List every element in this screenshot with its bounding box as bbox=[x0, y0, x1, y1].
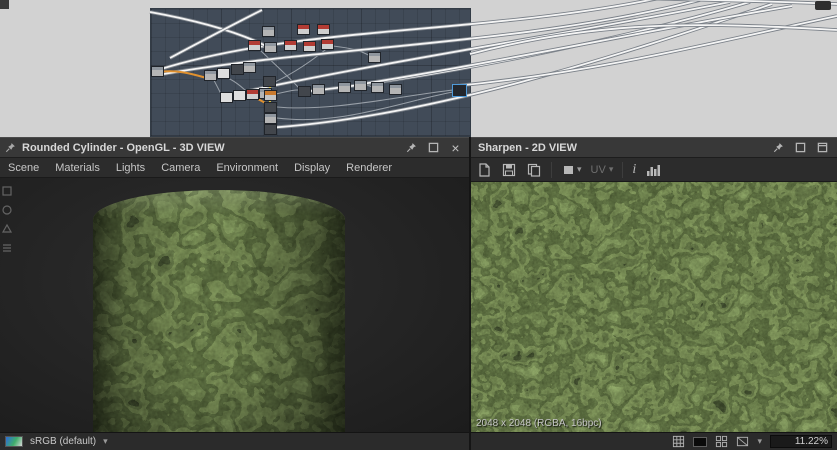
panel-2d-title: Sharpen - 2D VIEW bbox=[478, 142, 577, 154]
info-toggle-icon[interactable]: i bbox=[632, 162, 636, 178]
panel-3d-titlebar[interactable]: Rounded Cylinder - OpenGL - 3D VIEW × bbox=[0, 137, 470, 158]
substance-designer-window: Rounded Cylinder - OpenGL - 3D VIEW × Sc… bbox=[0, 0, 837, 450]
view-2d-toolbar: ▾ UV ▾ i bbox=[470, 158, 837, 182]
uv-overlay-dropdown[interactable]: UV ▾ bbox=[591, 164, 614, 176]
window-corner-chip bbox=[0, 0, 9, 9]
menu-item-display[interactable]: Display bbox=[286, 158, 338, 178]
graph-node[interactable] bbox=[264, 113, 277, 124]
color-profile-select[interactable]: sRGB (default) bbox=[30, 436, 96, 447]
graph-node[interactable] bbox=[151, 66, 164, 77]
export-image-icon[interactable] bbox=[476, 162, 492, 178]
menu-item-lights[interactable]: Lights bbox=[108, 158, 153, 178]
graph-node[interactable] bbox=[233, 90, 246, 101]
graph-node[interactable] bbox=[264, 124, 277, 135]
color-profile-icon[interactable] bbox=[5, 436, 23, 447]
graph-node[interactable] bbox=[371, 82, 384, 93]
cylinder-shading bbox=[93, 190, 345, 432]
side-toolbar-icon-1[interactable] bbox=[1, 184, 13, 196]
rounded-cylinder-3d-model[interactable] bbox=[93, 190, 345, 432]
graph-node[interactable] bbox=[298, 86, 311, 97]
graph-node[interactable] bbox=[262, 26, 275, 37]
graph-node[interactable] bbox=[321, 39, 334, 50]
viewport-3d[interactable] bbox=[0, 178, 470, 432]
graph-node[interactable] bbox=[303, 41, 316, 52]
panel-3d-title: Rounded Cylinder - OpenGL - 3D VIEW bbox=[22, 142, 225, 154]
side-toolbar-icon-4[interactable] bbox=[1, 241, 13, 253]
viewport-3d-statusbar: sRGB (default) ▾ bbox=[0, 432, 470, 450]
panel-2d-titlebar[interactable]: Sharpen - 2D VIEW bbox=[470, 137, 837, 158]
maximize-icon[interactable] bbox=[427, 141, 440, 154]
graph-node[interactable] bbox=[452, 84, 467, 97]
graph-node[interactable] bbox=[297, 24, 310, 35]
side-toolbar-icon-2[interactable] bbox=[1, 203, 13, 215]
menu-item-camera[interactable]: Camera bbox=[153, 158, 208, 178]
graph-node[interactable] bbox=[264, 42, 277, 53]
toolbar-separator bbox=[551, 162, 552, 178]
graph-view-region bbox=[0, 0, 837, 137]
window-controls-chip bbox=[815, 1, 831, 10]
chevron-down-icon[interactable]: ▾ bbox=[103, 436, 108, 447]
view-2d-canvas[interactable]: 2048 x 2048 (RGBA, 16bpc) bbox=[470, 182, 837, 432]
graph-node[interactable] bbox=[220, 92, 233, 103]
viewport-side-toolbar bbox=[1, 184, 15, 253]
save-image-icon[interactable] bbox=[501, 162, 517, 178]
chevron-down-icon[interactable]: ▾ bbox=[757, 436, 762, 447]
graph-node[interactable] bbox=[317, 24, 330, 35]
menu-item-renderer[interactable]: Renderer bbox=[338, 158, 400, 178]
graph-node[interactable] bbox=[312, 84, 325, 95]
graph-node[interactable] bbox=[264, 90, 277, 101]
panel-divider[interactable] bbox=[469, 137, 471, 450]
pin-icon[interactable] bbox=[772, 141, 785, 154]
viewport-3d-menubar: SceneMaterialsLightsCameraEnvironmentDis… bbox=[0, 158, 470, 178]
menu-item-environment[interactable]: Environment bbox=[208, 158, 286, 178]
graph-node[interactable] bbox=[354, 80, 367, 91]
graph-node[interactable] bbox=[284, 40, 297, 51]
transparency-toggle-icon[interactable] bbox=[736, 435, 749, 448]
close-icon[interactable]: × bbox=[449, 141, 462, 154]
graph-node[interactable] bbox=[204, 70, 217, 81]
graph-nodes-layer bbox=[0, 0, 837, 137]
pin-icon[interactable] bbox=[4, 141, 17, 154]
graph-node[interactable] bbox=[263, 76, 276, 87]
graph-node[interactable] bbox=[217, 68, 230, 79]
chevron-down-icon: ▾ bbox=[609, 164, 614, 175]
image-size-overlay: 2048 x 2048 (RGBA, 16bpc) bbox=[476, 418, 602, 429]
side-toolbar-icon-3[interactable] bbox=[1, 222, 13, 234]
graph-node[interactable] bbox=[264, 102, 277, 113]
histogram-toggle-icon[interactable] bbox=[645, 162, 661, 178]
sharpen-texture-preview bbox=[470, 182, 837, 432]
graph-node[interactable] bbox=[389, 84, 402, 95]
toolbar-separator bbox=[622, 162, 623, 178]
graph-node[interactable] bbox=[368, 52, 381, 63]
graph-node[interactable] bbox=[246, 89, 259, 100]
menu-item-scene[interactable]: Scene bbox=[0, 158, 47, 178]
background-color-swatch[interactable] bbox=[693, 437, 707, 447]
copy-image-icon[interactable] bbox=[526, 162, 542, 178]
dock-icon[interactable] bbox=[816, 141, 829, 154]
menu-item-materials[interactable]: Materials bbox=[47, 158, 108, 178]
zoom-level-input[interactable]: 11.22% bbox=[770, 435, 832, 448]
graph-node[interactable] bbox=[248, 40, 261, 51]
tiling-toggle-icon[interactable] bbox=[715, 435, 728, 448]
graph-node[interactable] bbox=[243, 62, 256, 73]
background-select-icon[interactable]: ▾ bbox=[561, 162, 582, 178]
pin-icon[interactable] bbox=[405, 141, 418, 154]
maximize-icon[interactable] bbox=[794, 141, 807, 154]
view-2d-statusbar: ▾ 11.22% bbox=[470, 432, 837, 450]
graph-node[interactable] bbox=[338, 82, 351, 93]
grid-toggle-icon[interactable] bbox=[672, 435, 685, 448]
